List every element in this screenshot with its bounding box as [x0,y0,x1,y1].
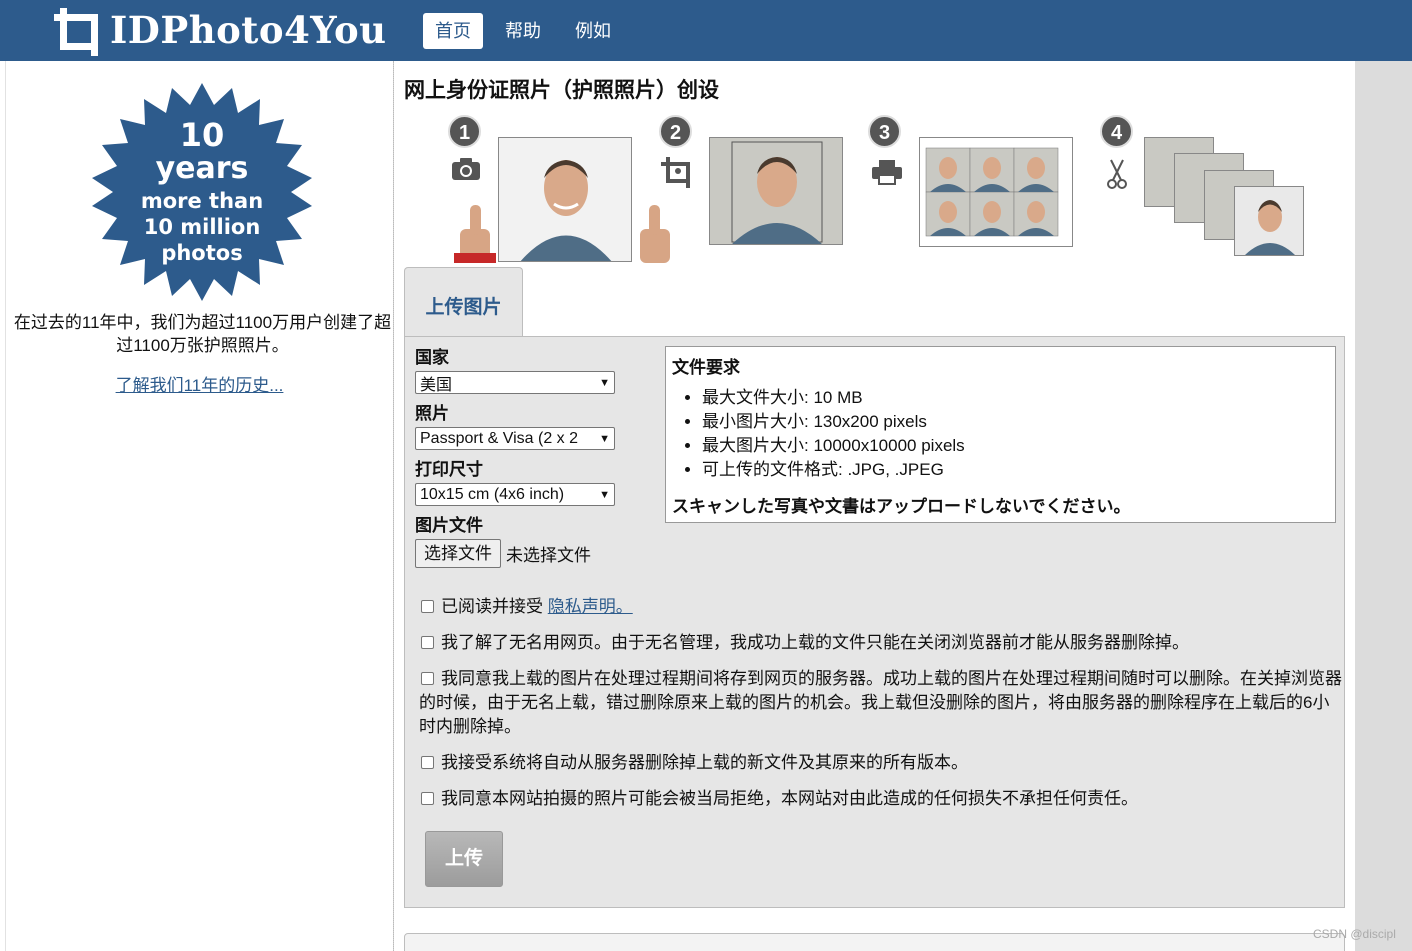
rejection-text: 我同意本网站拍摄的照片可能会被当局拒绝，本网站对由此造成的任何损失不承担任何责任… [441,789,1138,808]
printer-icon [872,160,902,185]
site-logo[interactable]: IDPhoto4You [48,2,387,58]
page-title: 网上身份证照片（护照照片）创设 [404,79,719,102]
camera-icon [452,158,480,180]
file-status: 未选择文件 [506,546,591,565]
nav-home[interactable]: 首页 [423,13,483,49]
storage-consent-row: 我同意我上载的图片在处理过程期间将存到网页的服务器。成功上载的图片在处理过程期间… [419,667,1343,739]
auto-delete-consent-row: 我接受系统将自动从服务器删除掉上载的新文件及其原来的所有版本。 [419,751,1343,775]
ten-years-badge: 10 years more than 10 million photos [90,83,314,301]
anonymous-checkbox[interactable] [421,636,434,649]
auto-delete-checkbox[interactable] [421,756,434,769]
rejection-checkbox[interactable] [421,792,434,805]
sidebar-description: 在过去的11年中，我们为超过1100万用户创建了超过1100万张护照照片。 [13,313,392,355]
crop-icon [661,157,690,188]
thumbs-up-right-icon [640,205,670,263]
photo-type-label: 照片 [415,404,449,423]
nav-help[interactable]: 帮助 [493,13,553,49]
cropped-portrait-image [710,138,842,244]
anonymous-text: 我了解了无名用网页。由于无名管理，我成功上载的文件只能在关闭浏览器前才能从服务器… [441,633,1189,652]
step-2-photo [709,137,843,245]
tab-upload-image[interactable]: 上传图片 [404,267,523,337]
storage-text: 我同意我上载的图片在处理过程期间将存到网页的服务器。成功上载的图片在处理过程期间… [419,669,1342,736]
upload-button[interactable]: 上传 [425,831,503,887]
chevron-down-icon: ▼ [599,376,610,389]
image-file-label: 图片文件 [415,516,483,535]
nav-examples[interactable]: 例如 [563,13,623,49]
step-number-3: 3 [868,115,901,148]
step-number-2: 2 [659,115,692,148]
scan-warning: スキャンした写真や文書はアップロードしないでください。 [672,497,1131,516]
main-content: 网上身份证照片（护照照片）创设 1 2 3 4 上传图片 国家 美国 ▼ 照片 … [394,61,1355,951]
right-gutter [1355,61,1412,951]
country-select[interactable]: 美国 ▼ [415,371,615,394]
badge-line-2: years [155,151,249,186]
privacy-consent-row: 已阅读并接受 隐私声明。 [419,595,1343,619]
upload-panel: 国家 美国 ▼ 照片 Passport & Visa (2 x 2 ▼ 打印尺寸… [404,336,1345,908]
badge-line-3: more than [140,189,264,213]
logo-text: IDPhoto4You [110,8,387,52]
storage-checkbox[interactable] [421,672,434,685]
rejection-consent-row: 我同意本网站拍摄的照片可能会被当局拒绝，本网站对由此造成的任何损失不承担任何责任… [419,787,1343,811]
watermark: CSDN @discipl [1313,927,1396,941]
top-navigation-bar: IDPhoto4You 首页 帮助 例如 [0,0,1412,61]
scissors-icon [1107,159,1127,189]
country-value: 美国 [420,376,453,394]
consent-checkboxes: 已阅读并接受 隐私声明。 我了解了无名用网页。由于无名管理，我成功上载的文件只能… [419,595,1343,823]
crop-logo-icon [54,8,98,56]
print-sheet-image [920,138,1072,246]
photo-type-select[interactable]: Passport & Visa (2 x 2 ▼ [415,427,615,450]
next-section-panel [404,933,1345,951]
portrait-image [499,138,631,261]
privacy-checkbox[interactable] [421,600,434,613]
requirement-item: 最大图片大小: 10000x10000 pixels [702,434,1329,458]
main-nav: 首页 帮助 例如 [423,13,633,49]
thumbs-up-left-icon [454,205,496,263]
history-link[interactable]: 了解我们11年的历史... [6,371,393,396]
country-label: 国家 [415,348,449,367]
badge-text: 10 years more than 10 million photos [90,83,314,301]
step-number-4: 4 [1100,115,1133,148]
badge-line-4: 10 million [143,215,261,239]
requirement-item: 可上传的文件格式: .JPG, .JPEG [702,458,1329,482]
chevron-down-icon: ▼ [599,432,610,445]
print-size-label: 打印尺寸 [415,460,483,479]
badge-line-1: 10 [179,116,225,154]
print-size-select[interactable]: 10x15 cm (4x6 inch) ▼ [415,483,615,506]
step-3-print-sheet [919,137,1073,247]
requirement-item: 最大文件大小: 10 MB [702,386,1329,410]
requirements-title: 文件要求 [672,358,740,377]
cut-photo-4 [1234,186,1304,256]
auto-delete-text: 我接受系统将自动从服务器删除掉上载的新文件及其原来的所有版本。 [441,753,968,772]
choose-file-button[interactable]: 选择文件 [415,539,501,568]
small-portrait-image [1245,200,1295,255]
process-steps: 1 2 3 4 [394,113,1355,273]
print-size-value: 10x15 cm (4x6 inch) [420,485,565,503]
left-divider [5,61,6,951]
step-number-1: 1 [448,115,481,148]
upload-fields: 国家 美国 ▼ 照片 Passport & Visa (2 x 2 ▼ 打印尺寸… [415,347,655,568]
privacy-text: 已阅读并接受 [441,597,543,616]
file-requirements-box: 文件要求 最大文件大小: 10 MB 最小图片大小: 130x200 pixel… [665,346,1336,523]
photo-type-value: Passport & Visa (2 x 2 [420,429,578,447]
requirement-item: 最小图片大小: 130x200 pixels [702,410,1329,434]
step-1-photo [498,137,632,262]
file-input: 选择文件 未选择文件 [415,539,655,568]
privacy-link[interactable]: 隐私声明。 [548,597,633,616]
badge-line-5: photos [161,241,243,265]
chevron-down-icon: ▼ [599,488,610,501]
requirements-list: 最大文件大小: 10 MB 最小图片大小: 130x200 pixels 最大图… [672,386,1329,482]
anonymous-consent-row: 我了解了无名用网页。由于无名管理，我成功上载的文件只能在关闭浏览器前才能从服务器… [419,631,1343,655]
